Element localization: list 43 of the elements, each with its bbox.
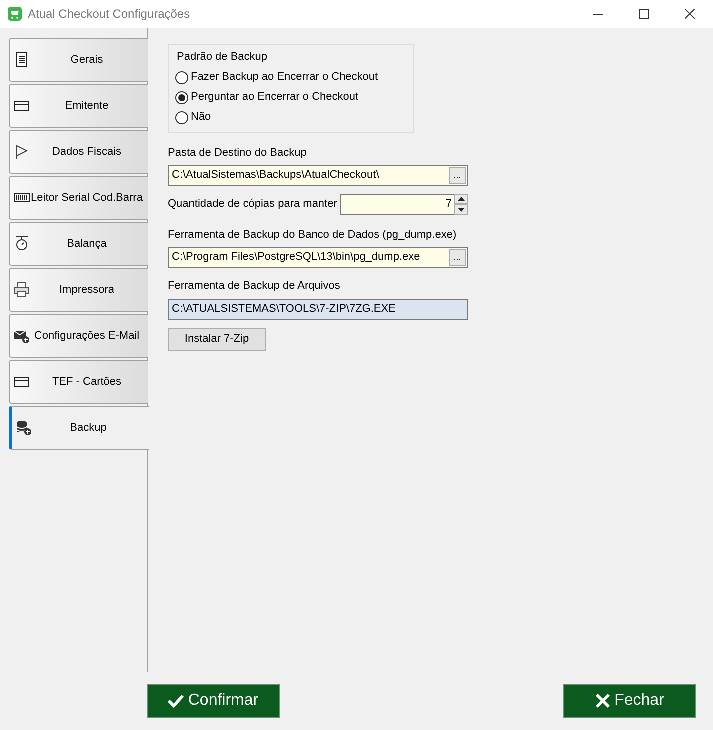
radio-option[interactable]: Fazer Backup ao Encerrar o Checkout: [175, 68, 407, 88]
browse-button[interactable]: ...: [449, 249, 466, 266]
tab[interactable]: Dados Fiscais: [9, 130, 148, 174]
document-icon: [14, 52, 30, 68]
radio-option[interactable]: Perguntar ao Encerrar o Checkout: [175, 88, 407, 108]
radio-icon[interactable]: [175, 70, 189, 84]
close-button[interactable]: Fechar: [563, 684, 696, 718]
app-icon: [8, 7, 22, 21]
scale-icon: [14, 236, 30, 252]
install-button[interactable]: Instalar 7-Zip: [168, 328, 266, 350]
browse-button[interactable]: ...: [449, 167, 466, 184]
tab[interactable]: Leitor Serial Cod.Barra: [9, 176, 148, 220]
input-field[interactable]: C:\AtualSistemas\Backups\AtualCheckout\ ...: [168, 165, 468, 186]
radio-icon[interactable]: [175, 110, 189, 124]
confirm-button[interactable]: Confirmar: [147, 684, 280, 718]
mail-icon: [14, 328, 30, 344]
radio-icon[interactable]: [175, 90, 189, 104]
tab[interactable]: Configurações E-Mail: [9, 314, 148, 358]
field-label: Quantidade de cópias para manter: [168, 197, 338, 212]
printer-icon: [14, 282, 30, 298]
down-arrow-icon[interactable]: [458, 208, 464, 212]
tab[interactable]: TEF - Cartões: [9, 360, 148, 404]
window-title: Atual Checkout Configurações: [28, 6, 190, 23]
tab[interactable]: Emitente: [9, 84, 148, 128]
tab[interactable]: Gerais: [9, 38, 148, 82]
check-icon: [168, 694, 184, 708]
up-arrow-icon[interactable]: [458, 197, 464, 201]
group-title: Padrão de Backup: [175, 49, 270, 66]
tab[interactable]: Balança: [9, 222, 148, 266]
radio-option[interactable]: Não: [175, 108, 407, 128]
flag-icon: [14, 144, 30, 160]
tab[interactable]: Impressora: [9, 268, 148, 312]
field-label: Ferramenta de Backup do Banco de Dados (pg_dump.exe): [168, 228, 457, 242]
field-label: Pasta de Destino do Backup: [168, 146, 307, 160]
database-icon: [16, 420, 32, 436]
tab[interactable]: Backup: [9, 406, 149, 450]
number-field[interactable]: 7: [340, 194, 454, 215]
maximize-icon: [639, 9, 649, 19]
close-icon: [594, 693, 611, 709]
close-icon: [685, 9, 695, 19]
input-field[interactable]: C:\Program Files\PostgreSQL\13\bin\pg_dump.exe ...: [168, 247, 468, 268]
field-label: Ferramenta de Backup de Arquivos: [168, 279, 340, 294]
input-field[interactable]: C:\ATUALSISTEMAS\TOOLS\7-ZIP\7ZG.EXE: [168, 298, 468, 320]
